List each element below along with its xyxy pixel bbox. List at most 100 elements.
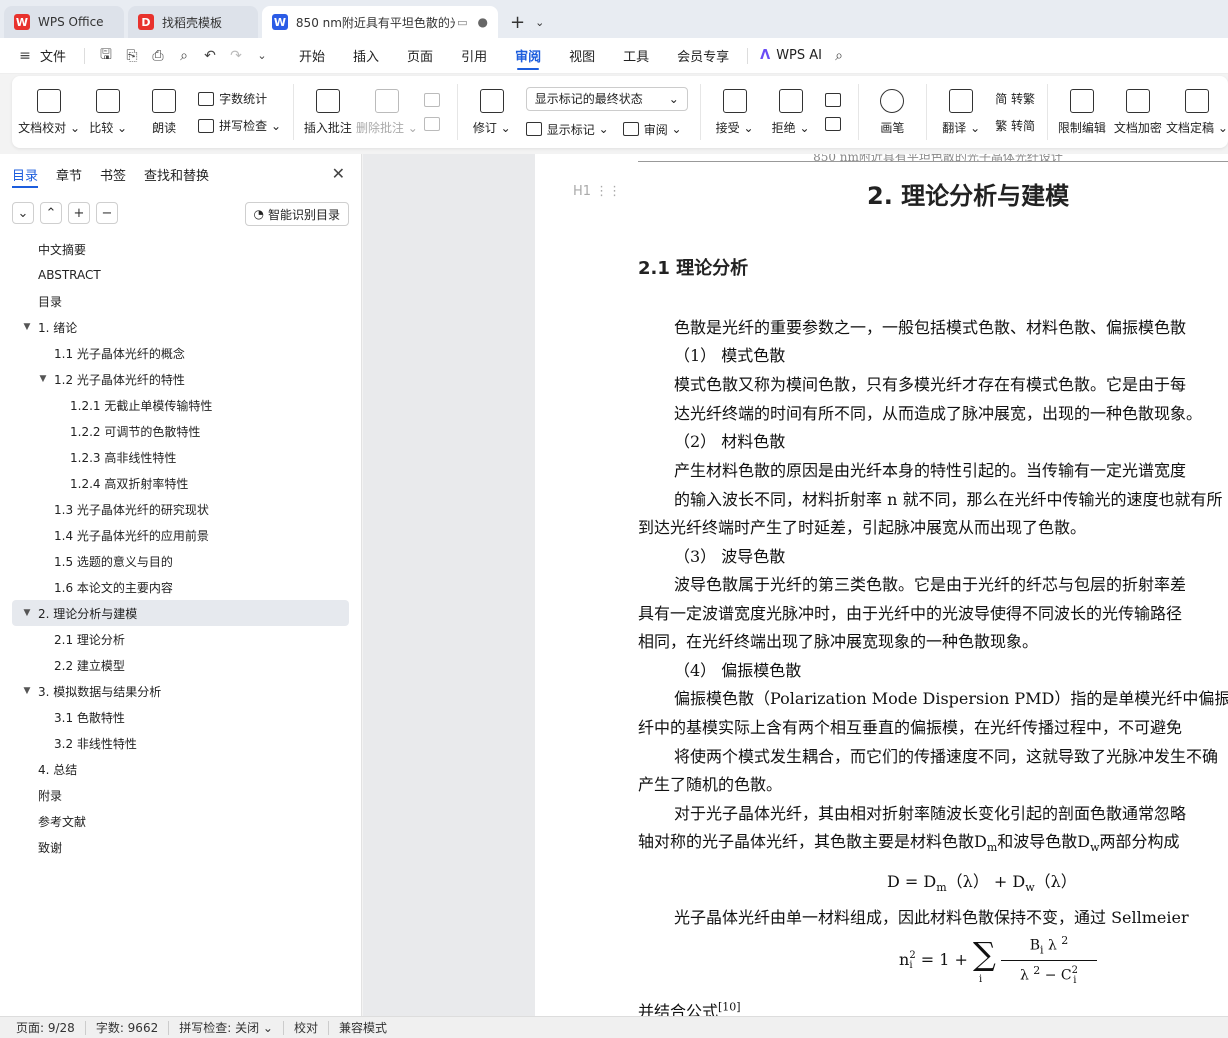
document-area: 850 nm附近具有平坦色散的光子晶体光纤设计 H1 ⋮⋮ 2. 理论分析与建模… <box>363 154 1228 1016</box>
nav-tab-bookmarks[interactable]: 书签 <box>100 154 126 194</box>
toc-item-label: 1. 绪论 <box>38 320 78 335</box>
spell-check-button[interactable]: 拼写检查 ⌄ <box>198 117 281 134</box>
menu-member[interactable]: 会员专享 <box>667 38 739 74</box>
word-count-button[interactable]: 字数统计 <box>198 90 281 107</box>
print-icon[interactable]: ⎙ <box>147 45 169 67</box>
add-heading-button[interactable]: + <box>68 202 90 224</box>
toc-item[interactable]: 中文摘要 <box>12 236 349 262</box>
delete-comment-button[interactable]: 删除批注 ⌄ <box>356 88 418 136</box>
toc-item[interactable]: 致谢 <box>12 834 349 860</box>
toc-item[interactable]: 参考文献 <box>12 808 349 834</box>
expand-arrow-icon[interactable]: ▼ <box>36 374 50 384</box>
toc-item[interactable]: 目录 <box>12 288 349 314</box>
insert-comment-button[interactable]: 插入批注 <box>304 88 352 136</box>
toc-item[interactable]: 1.2.1 无截止单模传输特性 <box>12 392 349 418</box>
toc-item[interactable]: ▼ 2. 理论分析与建模 <box>12 600 349 626</box>
toc-item[interactable]: 1.2.2 可调节的色散特性 <box>12 418 349 444</box>
read-aloud-button[interactable]: 朗读 <box>142 88 186 136</box>
search-icon[interactable]: ⌕ <box>828 45 850 67</box>
proof-status[interactable]: 校对 <box>284 1020 329 1035</box>
previous-comment-button[interactable] <box>423 93 445 107</box>
simp-to-trad-button[interactable]: 简 转繁 <box>995 90 1035 107</box>
toc-item[interactable]: ABSTRACT <box>12 262 349 288</box>
nav-tab-find-replace[interactable]: 查找和替换 <box>144 154 209 194</box>
tab-list-chevron-icon[interactable]: ⌄ <box>533 6 546 38</box>
toc-item[interactable]: 4. 总结 <box>12 756 349 782</box>
expand-arrow-icon[interactable]: ▼ <box>20 686 34 696</box>
tab-current-document[interactable]: W 850 nm附近具有平坦色散的光 ▭ ● <box>262 6 498 38</box>
toc-item[interactable]: 1.1 光子晶体光纤的概念 <box>12 340 349 366</box>
next-change-button[interactable] <box>824 117 846 131</box>
tab-wps-office[interactable]: W WPS Office <box>4 6 124 38</box>
toc-item[interactable]: 2.2 建立模型 <box>12 652 349 678</box>
new-tab-button[interactable]: + <box>502 6 533 38</box>
show-markup-button[interactable]: 显示标记 ⌄ <box>525 121 609 138</box>
collapse-up-button[interactable]: ⌃ <box>40 202 62 224</box>
trad-to-simp-button[interactable]: 繁 转简 <box>995 117 1035 134</box>
redo-icon[interactable]: ↷ <box>225 45 247 67</box>
close-dot-icon[interactable]: ● <box>478 15 488 29</box>
spell-check-status[interactable]: 拼写检查: 关闭 ⌄ <box>169 1020 284 1035</box>
track-changes-button[interactable]: 修订 ⌄ <box>470 88 514 136</box>
reject-button[interactable]: 拒绝 ⌄ <box>769 88 813 136</box>
encrypt-button[interactable]: 文档加密 <box>1113 88 1162 136</box>
page-indicator[interactable]: 页面: 9/28 <box>16 1020 86 1035</box>
menu-tools[interactable]: 工具 <box>613 38 659 74</box>
toc-item[interactable]: 1.5 选题的意义与目的 <box>12 548 349 574</box>
close-icon[interactable]: ✕ <box>332 164 345 183</box>
menu-insert[interactable]: 插入 <box>343 38 389 74</box>
hamburger-menu-icon[interactable]: ≡ <box>14 45 36 67</box>
proofread-button[interactable]: 文档校对 ⌄ <box>18 88 80 136</box>
monitor-icon: ▭ <box>457 15 468 29</box>
compare-button[interactable]: 比较 ⌄ <box>86 88 130 136</box>
toc-item[interactable]: 1.6 本论文的主要内容 <box>12 574 349 600</box>
translate-icon <box>949 88 974 113</box>
smart-toc-button[interactable]: ◔ 智能识别目录 <box>244 202 349 226</box>
body-line: 色散是光纤的重要参数之一，一般包括模式色散、材料色散、偏振模色散 <box>674 318 1187 337</box>
toc-item[interactable]: 3.2 非线性特性 <box>12 730 349 756</box>
accept-button[interactable]: 接受 ⌄ <box>713 88 757 136</box>
expand-down-button[interactable]: ⌄ <box>12 202 34 224</box>
encrypt-label: 文档加密 <box>1113 120 1162 135</box>
word-count-indicator[interactable]: 字数: 9662 <box>86 1020 170 1035</box>
toc-item[interactable]: ▼ 1. 绪论 <box>12 314 349 340</box>
file-menu[interactable]: 文件 <box>38 38 76 74</box>
menu-home[interactable]: 开始 <box>289 38 335 74</box>
finalize-button[interactable]: 文档定稿 ⌄ <box>1166 88 1228 136</box>
nav-tab-sections[interactable]: 章节 <box>56 154 82 194</box>
restrict-edit-button[interactable]: 限制编辑 <box>1058 88 1106 136</box>
markup-state-select[interactable]: 显示标记的最终状态 ⌄ <box>525 86 688 111</box>
wps-ai-button[interactable]: Λ WPS AI <box>756 38 826 74</box>
expand-arrow-icon[interactable]: ▼ <box>20 608 34 618</box>
document-page[interactable]: 850 nm附近具有平坦色散的光子晶体光纤设计 H1 ⋮⋮ 2. 理论分析与建模… <box>535 154 1228 1016</box>
toc-item[interactable]: 1.4 光子晶体光纤的应用前景 <box>12 522 349 548</box>
menu-view[interactable]: 视图 <box>559 38 605 74</box>
review-pane-button[interactable]: 审阅 ⌄ <box>622 121 682 138</box>
undo-icon[interactable]: ↶ <box>199 45 221 67</box>
remove-heading-button[interactable]: − <box>96 202 118 224</box>
translate-button[interactable]: 翻译 ⌄ <box>939 88 983 136</box>
toc-item[interactable]: 1.2.4 高双折射率特性 <box>12 470 349 496</box>
expand-arrow-icon[interactable]: ▼ <box>20 322 34 332</box>
menu-references[interactable]: 引用 <box>451 38 497 74</box>
next-comment-button[interactable] <box>423 117 445 131</box>
menu-page[interactable]: 页面 <box>397 38 443 74</box>
previous-change-button[interactable] <box>824 93 846 107</box>
heading-marker-icon[interactable]: H1 ⋮⋮ <box>573 184 621 199</box>
toc-item[interactable]: 3.1 色散特性 <box>12 704 349 730</box>
pen-button[interactable]: 画笔 <box>870 88 914 136</box>
toc-item[interactable]: 1.2.3 高非线性特性 <box>12 444 349 470</box>
quick-access-chevron-icon[interactable]: ⌄ <box>251 45 273 67</box>
print-preview-icon[interactable]: ⌕ <box>173 45 195 67</box>
toc-item[interactable]: ▼ 3. 模拟数据与结果分析 <box>12 678 349 704</box>
tab-docer-templates[interactable]: D 找稻壳模板 <box>128 6 258 38</box>
toc-item[interactable]: 附录 <box>12 782 349 808</box>
nav-tab-toc[interactable]: 目录 <box>12 154 39 194</box>
toc-item-label: 2.2 建立模型 <box>54 658 125 673</box>
export-icon[interactable]: ⎘ <box>121 45 143 67</box>
menu-review[interactable]: 审阅 <box>505 38 551 74</box>
toc-item[interactable]: 1.3 光子晶体光纤的研究现状 <box>12 496 349 522</box>
toc-item[interactable]: 2.1 理论分析 <box>12 626 349 652</box>
toc-item[interactable]: ▼ 1.2 光子晶体光纤的特性 <box>12 366 349 392</box>
save-icon[interactable]: 🖫 <box>95 45 117 67</box>
